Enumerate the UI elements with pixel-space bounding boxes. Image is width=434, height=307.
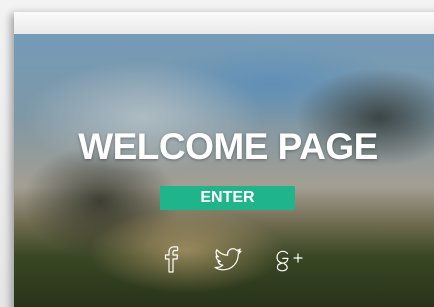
screen: WELCOME PAGE ENTER (0, 0, 434, 307)
facebook-link[interactable] (154, 242, 188, 276)
google-plus-link[interactable] (272, 242, 306, 276)
facebook-icon (164, 246, 179, 273)
page-title: WELCOME PAGE (78, 126, 378, 167)
google-plus-icon (276, 250, 303, 272)
twitter-link[interactable] (211, 242, 245, 276)
browser-window: WELCOME PAGE ENTER (14, 12, 434, 307)
window-title-bar (14, 12, 434, 35)
social-links (14, 242, 434, 276)
enter-button[interactable]: ENTER (160, 186, 295, 210)
twitter-icon (214, 248, 242, 271)
hero-content: WELCOME PAGE ENTER (14, 34, 434, 307)
